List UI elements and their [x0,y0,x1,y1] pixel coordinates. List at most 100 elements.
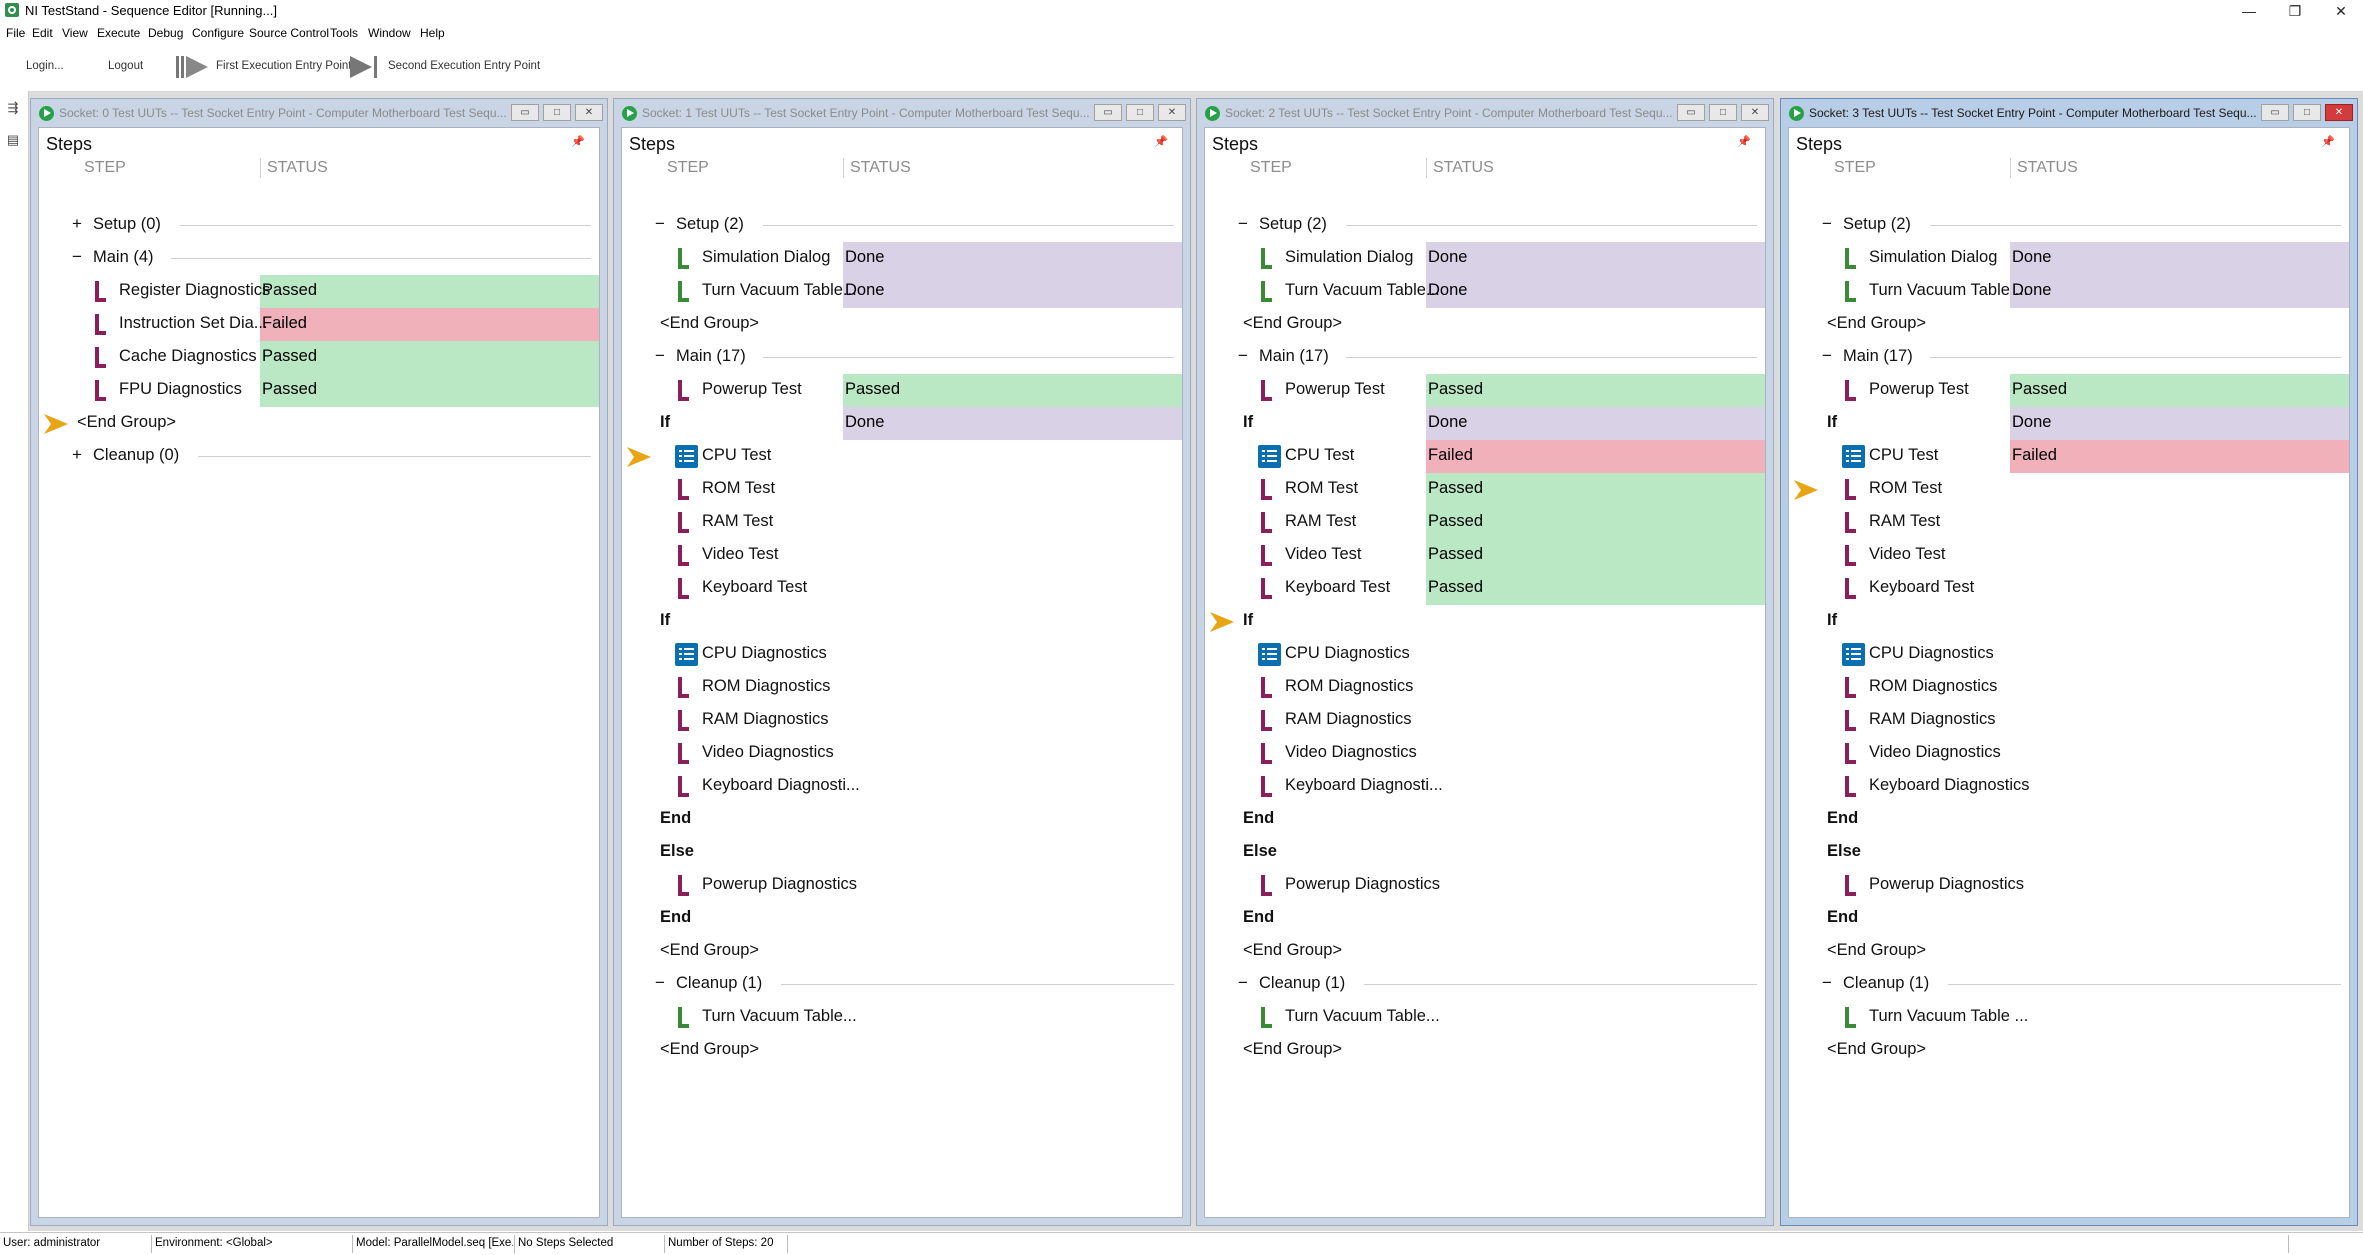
window-close-icon[interactable]: ✕ [575,104,603,121]
column-divider[interactable] [2010,158,2011,178]
step-row[interactable]: RAM Test [622,506,1182,539]
step-row[interactable]: Turn Vacuum Table... Done [622,275,1182,308]
column-header-step[interactable]: STEP [667,159,709,177]
step-row[interactable]: Powerup Test Passed [622,374,1182,407]
step-row[interactable]: Else [1205,836,1765,869]
step-row[interactable]: RAM Test Passed [1205,506,1765,539]
step-row[interactable]: <End Group> [622,1034,1182,1067]
step-row[interactable]: If Done [1789,407,2349,440]
collapse-icon[interactable]: − [1237,214,1249,234]
login-button[interactable]: Login... [26,60,64,72]
column-header-step[interactable]: STEP [1834,159,1876,177]
step-group-row[interactable]: − Main (17) [622,341,1182,374]
window-minimize-icon[interactable]: ▭ [2261,104,2289,121]
step-row[interactable]: If [1789,605,2349,638]
pin-icon[interactable]: 📌 [2321,135,2335,148]
column-header-status[interactable]: STATUS [2017,159,2078,177]
step-row[interactable]: Keyboard Test [1789,572,2349,605]
menu-tools[interactable]: Tools [330,26,358,40]
menu-source-control[interactable]: Source Control [249,26,329,40]
restore-icon[interactable]: ❐ [2272,0,2318,22]
collapse-icon[interactable]: − [1237,973,1249,993]
step-row[interactable]: Video Test [622,539,1182,572]
step-row[interactable]: <End Group> [1205,935,1765,968]
column-header-status[interactable]: STATUS [1433,159,1494,177]
step-row[interactable]: RAM Diagnostics [622,704,1182,737]
column-header-step[interactable]: STEP [84,159,126,177]
logout-button[interactable]: Logout [108,60,143,72]
window-caption[interactable]: Socket: 0 Test UUTs -- Test Socket Entry… [31,99,607,127]
menu-help[interactable]: Help [420,26,445,40]
menu-debug[interactable]: Debug [148,26,183,40]
step-group-row[interactable]: + Cleanup (0) [39,440,599,473]
menu-edit[interactable]: Edit [32,26,53,40]
close-icon[interactable]: ✕ [2318,0,2363,22]
step-row[interactable]: CPU Diagnostics [1789,638,2349,671]
step-group-row[interactable]: + Setup (0) [39,209,599,242]
step-row[interactable]: <End Group> [39,407,599,440]
step-row[interactable]: Video Diagnostics [1789,737,2349,770]
menu-window[interactable]: Window [368,26,411,40]
step-row[interactable]: ROM Diagnostics [1205,671,1765,704]
menu-file[interactable]: File [6,26,25,40]
step-row[interactable]: Keyboard Test [622,572,1182,605]
step-row[interactable]: Keyboard Diagnosti... [622,770,1182,803]
step-row[interactable]: <End Group> [1789,1034,2349,1067]
menu-view[interactable]: View [62,26,88,40]
step-row[interactable]: End [622,902,1182,935]
step-row[interactable]: Turn Vacuum Table... Done [1205,275,1765,308]
step-row[interactable]: End [1205,902,1765,935]
steps-pane-icon[interactable]: ⇶ [5,101,21,115]
expand-icon[interactable]: + [71,445,83,465]
step-row[interactable]: CPU Test Failed [1205,440,1765,473]
step-row[interactable]: CPU Test Failed [1789,440,2349,473]
step-row[interactable]: ROM Test [622,473,1182,506]
window-maximize-icon[interactable]: □ [1709,104,1737,121]
pin-icon[interactable]: 📌 [1154,135,1168,148]
step-row[interactable]: End [1205,803,1765,836]
step-row[interactable]: Register Diagnostics Passed [39,275,599,308]
minimize-icon[interactable]: — [2226,0,2272,22]
step-row[interactable]: RAM Diagnostics [1789,704,2349,737]
window-maximize-icon[interactable]: □ [1126,104,1154,121]
step-row[interactable]: Keyboard Test Passed [1205,572,1765,605]
pin-icon[interactable]: 📌 [1737,135,1751,148]
step-row[interactable]: If [1205,605,1765,638]
step-row[interactable]: ROM Test [1789,473,2349,506]
step-row[interactable]: <End Group> [1205,1034,1765,1067]
window-close-icon[interactable]: ✕ [1741,104,1769,121]
pin-icon[interactable]: 📌 [571,135,585,148]
step-row[interactable]: Keyboard Diagnosti... [1205,770,1765,803]
step-row[interactable]: Else [622,836,1182,869]
collapse-icon[interactable]: − [71,247,83,267]
menu-execute[interactable]: Execute [97,26,140,40]
step-group-row[interactable]: − Setup (2) [1205,209,1765,242]
step-row[interactable]: Turn Vacuum Table ... Done [1789,275,2349,308]
step-row[interactable]: <End Group> [622,935,1182,968]
step-row[interactable]: Turn Vacuum Table... [1205,1001,1765,1034]
step-row[interactable]: Video Test [1789,539,2349,572]
first-entry-button[interactable]: First Execution Entry Point [216,60,352,72]
window-minimize-icon[interactable]: ▭ [1094,104,1122,121]
variables-pane-icon[interactable]: ▤ [5,133,21,147]
step-row[interactable]: CPU Diagnostics [1205,638,1765,671]
window-caption[interactable]: Socket: 1 Test UUTs -- Test Socket Entry… [614,99,1190,127]
collapse-icon[interactable]: − [1821,973,1833,993]
step-row[interactable]: Simulation Dialog Done [1205,242,1765,275]
collapse-icon[interactable]: − [654,973,666,993]
step-group-row[interactable]: − Setup (2) [622,209,1182,242]
column-header-status[interactable]: STATUS [850,159,911,177]
step-row[interactable]: Video Diagnostics [1205,737,1765,770]
step-row[interactable]: Powerup Diagnostics [1789,869,2349,902]
step-row[interactable]: Instruction Set Dia... Failed [39,308,599,341]
step-row[interactable]: ROM Diagnostics [1789,671,2349,704]
second-entry-button[interactable]: Second Execution Entry Point [388,60,540,72]
step-row[interactable]: Powerup Test Passed [1789,374,2349,407]
window-minimize-icon[interactable]: ▭ [1677,104,1705,121]
step-row[interactable]: <End Group> [1789,935,2349,968]
step-row[interactable]: <End Group> [1789,308,2349,341]
step-row[interactable]: If Done [622,407,1182,440]
step-row[interactable]: RAM Test [1789,506,2349,539]
step-row[interactable]: Turn Vacuum Table... [622,1001,1182,1034]
expand-icon[interactable]: + [71,214,83,234]
